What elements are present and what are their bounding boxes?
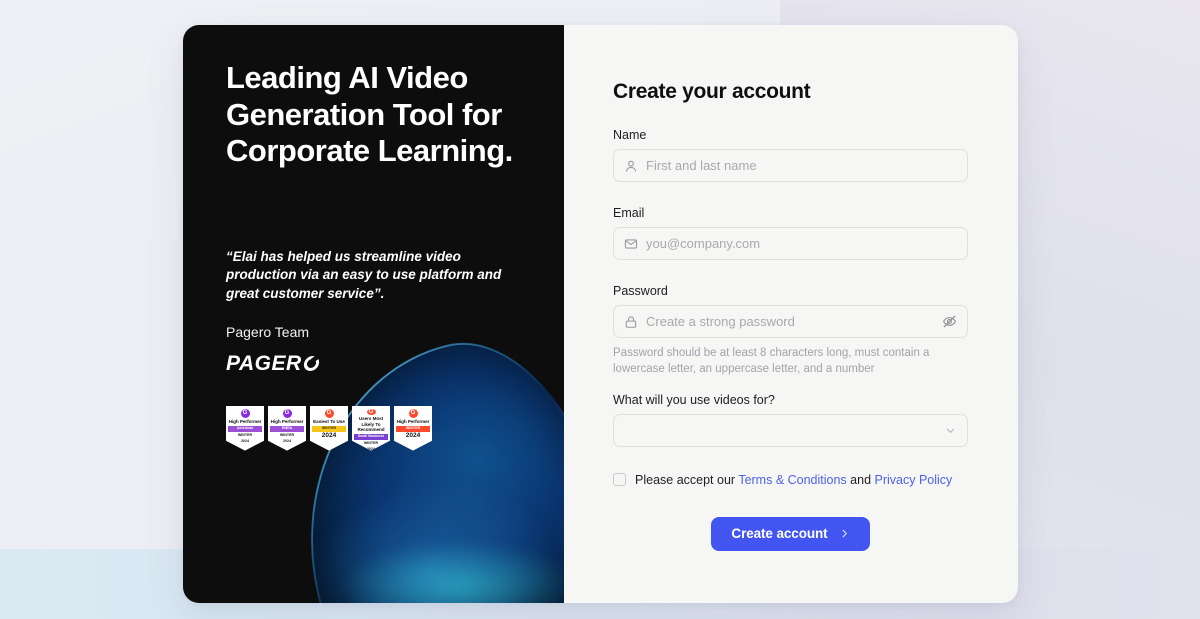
- promo-panel: Leading AI Video Generation Tool for Cor…: [183, 25, 564, 603]
- email-input[interactable]: [646, 236, 957, 251]
- g2-badge-title: High Performer: [228, 419, 262, 425]
- name-input-wrapper[interactable]: [613, 149, 968, 182]
- usage-field-group: What will you use videos for?: [613, 393, 968, 447]
- g2-badge-title: Easiest To Use: [313, 419, 345, 425]
- blob-glow: [340, 541, 564, 603]
- g2-mark-icon: G: [366, 408, 376, 415]
- g2-badge-band: Small Business: [354, 433, 388, 440]
- terms-middle: and: [846, 472, 875, 487]
- password-input-wrapper[interactable]: [613, 305, 968, 338]
- pagero-logo-text: PAGER: [226, 351, 302, 375]
- g2-badge-year: 2024: [367, 446, 375, 451]
- submit-row: Create account: [613, 516, 968, 551]
- terms-text: Please accept our Terms & Conditions and…: [635, 473, 952, 487]
- testimonial-quote: “Elai has helped us streamline video pro…: [226, 248, 502, 301]
- g2-mark-icon: G: [240, 408, 250, 418]
- terms-conditions-link[interactable]: Terms & Conditions: [738, 473, 846, 487]
- g2-badge: G High Performer Americas WINTER 2024: [226, 405, 264, 451]
- signup-form-panel: Create your account Name Email: [564, 25, 1018, 603]
- envelope-icon: [624, 237, 638, 251]
- g2-badge-title: High Performer: [396, 419, 430, 425]
- eye-off-icon[interactable]: [941, 314, 957, 330]
- g2-badge: G High Performer WINTER 2024: [394, 405, 432, 451]
- g2-badge-list: G High Performer Americas WINTER 2024 G …: [226, 405, 564, 451]
- password-field-group: Password Password should be at least 8: [613, 284, 968, 378]
- g2-badge-band: EMEA: [270, 426, 304, 432]
- create-account-label: Create account: [731, 526, 828, 542]
- testimonial-author: Pagero Team: [226, 323, 310, 340]
- lock-icon: [624, 315, 638, 329]
- password-input[interactable]: [646, 314, 941, 329]
- g2-badge-band: Americas: [228, 426, 262, 432]
- terms-prefix: Please accept our: [635, 472, 739, 487]
- g2-mark-icon: G: [324, 408, 334, 418]
- password-label: Password: [613, 284, 668, 298]
- g2-badge-season: WINTER: [237, 433, 253, 438]
- g2-badge-year: 2024: [283, 439, 291, 444]
- promo-headline: Leading AI Video Generation Tool for Cor…: [226, 60, 513, 169]
- person-icon: [624, 159, 638, 173]
- password-hint: Password should be at least 8 characters…: [613, 347, 930, 376]
- g2-mark-icon: G: [408, 408, 418, 418]
- pagero-logo: PAGER: [226, 352, 564, 376]
- name-field-group: Name: [613, 128, 968, 182]
- g2-badge-title: Users Most Likely To Recommend: [357, 416, 385, 432]
- email-field-group: Email: [613, 206, 968, 260]
- privacy-policy-link[interactable]: Privacy Policy: [875, 473, 953, 487]
- g2-badge: G Users Most Likely To Recommend Small B…: [352, 405, 390, 451]
- chevron-right-icon: [839, 528, 850, 539]
- usage-select[interactable]: [613, 413, 968, 447]
- g2-badge-year: 2024: [405, 431, 421, 439]
- signup-card: Leading AI Video Generation Tool for Cor…: [183, 25, 1018, 603]
- chevron-down-icon: [944, 424, 957, 437]
- create-account-button[interactable]: Create account: [711, 516, 870, 551]
- g2-badge: G Easiest To Use WINTER 2024: [310, 405, 348, 451]
- g2-badge-year: 2024: [241, 439, 249, 444]
- g2-badge-season: WINTER: [279, 433, 295, 438]
- page-title: Create your account: [613, 80, 811, 103]
- email-label: Email: [613, 206, 645, 220]
- g2-mark-icon: G: [282, 408, 292, 418]
- g2-badge: G High Performer EMEA WINTER 2024: [268, 405, 306, 451]
- terms-checkbox[interactable]: [613, 473, 626, 487]
- pagero-logo-mark-icon: [302, 356, 320, 372]
- name-input[interactable]: [646, 158, 957, 173]
- g2-badge-year: 2024: [321, 431, 337, 439]
- g2-badge-season: WINTER: [363, 441, 379, 446]
- email-input-wrapper[interactable]: [613, 227, 968, 260]
- terms-row: Please accept our Terms & Conditions and…: [613, 473, 968, 487]
- g2-badge-title: High Performer: [270, 419, 304, 425]
- name-label: Name: [613, 128, 647, 142]
- usage-label: What will you use videos for?: [613, 392, 775, 407]
